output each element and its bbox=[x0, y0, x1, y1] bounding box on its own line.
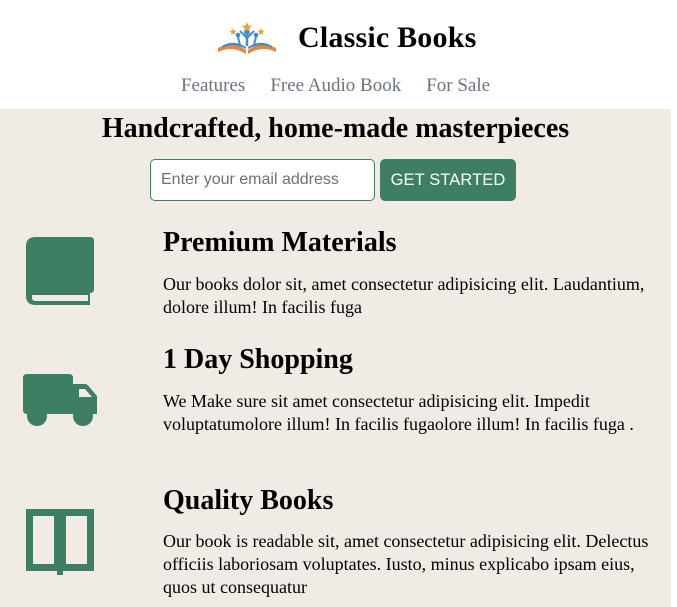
brand[interactable]: Classic Books bbox=[216, 18, 476, 58]
header: Classic Books Features Free Audio Book F… bbox=[0, 0, 671, 109]
feature-title: Quality Books bbox=[163, 485, 334, 516]
get-started-button[interactable]: GET STARTED bbox=[380, 159, 516, 201]
email-input[interactable] bbox=[150, 159, 375, 201]
feature-text: We Make sure sit amet consectetur adipis… bbox=[163, 391, 634, 434]
hero-title: Handcrafted, home-made masterpieces bbox=[101, 113, 570, 144]
feature-title: 1 Day Shopping bbox=[163, 344, 353, 375]
signup-form: GET STARTED bbox=[150, 159, 516, 201]
brand-title: Classic Books bbox=[298, 21, 477, 54]
nav-for-sale[interactable]: For Sale bbox=[426, 75, 490, 97]
open-book-icon bbox=[26, 509, 94, 575]
feature-text: Our books dolor sit, amet consectetur ad… bbox=[163, 274, 645, 317]
feature-text: Our book is readable sit, amet consectet… bbox=[163, 531, 649, 597]
nav-free-audio-book[interactable]: Free Audio Book bbox=[270, 75, 401, 97]
truck-icon bbox=[23, 374, 97, 426]
feature-title: Premium Materials bbox=[163, 227, 397, 258]
book-icon bbox=[26, 237, 94, 305]
main-nav: Features Free Audio Book For Sale bbox=[0, 75, 671, 97]
open-book-logo-icon bbox=[218, 22, 276, 54]
page-edge bbox=[671, 0, 677, 607]
nav-features[interactable]: Features bbox=[181, 75, 245, 97]
